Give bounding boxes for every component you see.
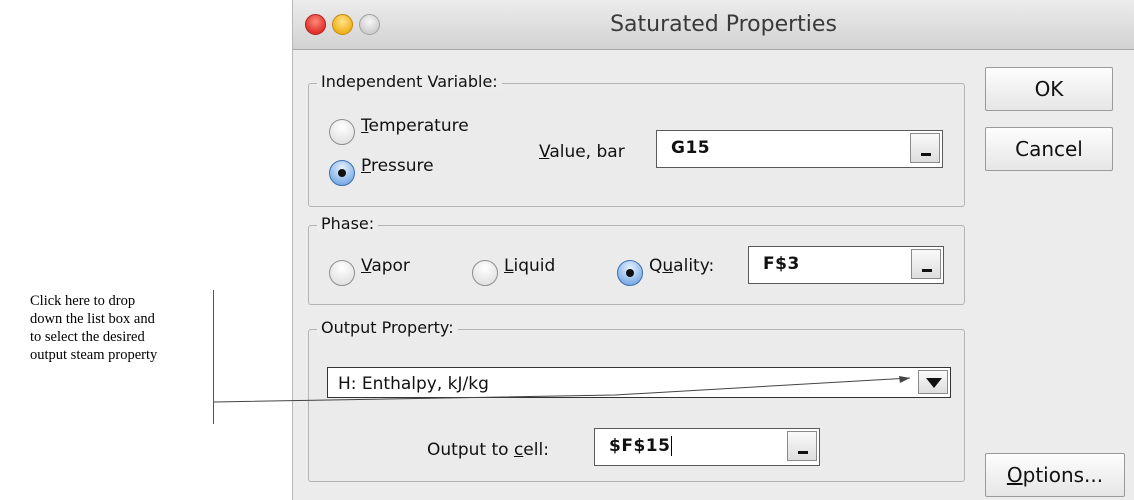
annotation-line: down the list box and	[30, 311, 155, 327]
pressure-value: G15	[671, 138, 711, 158]
title-bar[interactable]: Saturated Properties	[293, 0, 1134, 50]
text-caret	[671, 436, 673, 456]
cancel-button[interactable]: Cancel	[985, 127, 1113, 171]
pressure-value-field[interactable]: G15	[656, 130, 943, 168]
radio-selected-dot	[626, 269, 634, 277]
quality-label[interactable]: Quality:	[649, 256, 714, 276]
liquid-radio[interactable]	[472, 260, 498, 286]
window-title: Saturated Properties	[610, 12, 837, 37]
output-property-group: Output Property: H: Enthalpy, kJ/kg Outp…	[308, 318, 965, 482]
collapse-icon	[922, 269, 932, 272]
chevron-down-icon	[926, 378, 942, 388]
pressure-label[interactable]: Pressure	[361, 156, 434, 176]
quality-value: F$3	[763, 254, 800, 274]
quality-radio[interactable]	[617, 260, 643, 286]
callout-annotation: Click here to drop down the list box and…	[30, 292, 210, 364]
phase-group: Phase: Vapor Liquid Quality: F$3	[308, 214, 965, 305]
temperature-radio[interactable]	[329, 119, 355, 145]
collapse-dialog-button[interactable]	[787, 431, 817, 461]
output-cell-field[interactable]: $F$15	[594, 428, 820, 466]
vapor-label[interactable]: Vapor	[361, 256, 410, 276]
pressure-radio[interactable]	[329, 160, 355, 186]
output-cell-value: $F$15	[609, 436, 671, 456]
saturated-properties-dialog: Saturated Properties Independent Variabl…	[292, 0, 1134, 500]
collapse-dialog-button[interactable]	[911, 249, 941, 279]
options-button[interactable]: Options...	[985, 453, 1125, 497]
vapor-radio[interactable]	[329, 260, 355, 286]
annotation-line: output steam property	[30, 347, 158, 363]
liquid-label[interactable]: Liquid	[504, 256, 555, 276]
independent-variable-legend: Independent Variable:	[317, 72, 502, 91]
annotation-line: Click here to drop	[30, 293, 136, 309]
radio-selected-dot	[338, 169, 346, 177]
ok-button[interactable]: OK	[985, 67, 1113, 111]
collapse-dialog-button[interactable]	[910, 133, 940, 163]
temperature-label[interactable]: Temperature	[361, 116, 469, 136]
quality-value-field[interactable]: F$3	[748, 246, 944, 284]
output-property-legend: Output Property:	[317, 318, 458, 337]
output-property-dropdown[interactable]: H: Enthalpy, kJ/kg	[327, 367, 951, 398]
phase-legend: Phase:	[317, 214, 379, 233]
annotation-line: to select the desired	[30, 329, 145, 345]
dropdown-arrow-button[interactable]	[918, 370, 948, 394]
output-to-cell-label: Output to cell:	[427, 440, 549, 460]
annotation-bracket	[213, 290, 214, 424]
selected-property-text: H: Enthalpy, kJ/kg	[338, 374, 489, 394]
value-bar-label: Value, bar	[539, 142, 625, 162]
independent-variable-group: Independent Variable: Temperature Pressu…	[308, 72, 965, 207]
collapse-icon	[921, 153, 931, 156]
collapse-icon	[798, 451, 808, 454]
